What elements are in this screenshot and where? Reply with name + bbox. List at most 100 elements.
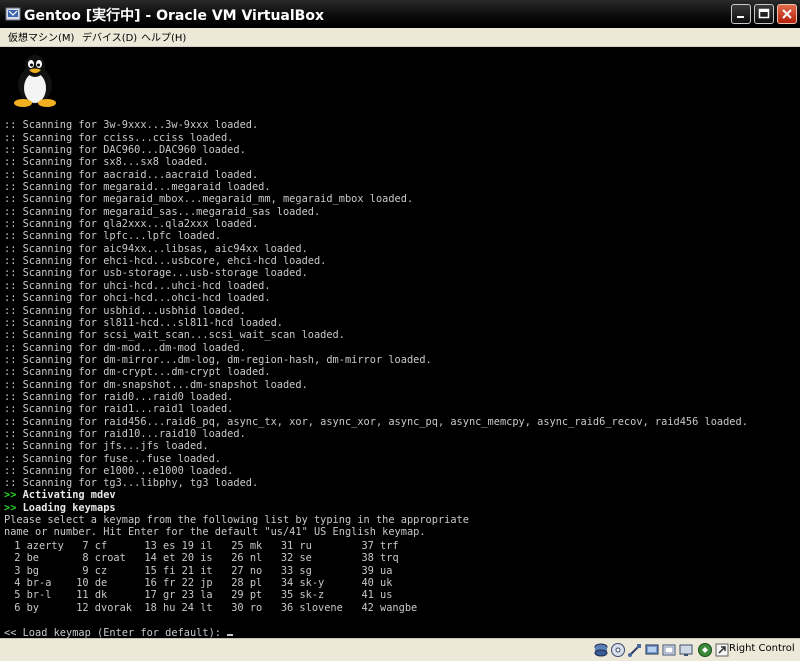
vm-console-screen[interactable]: :: Scanning for 3w-9xxx...3w-9xxx loaded… xyxy=(0,47,800,638)
keymap-option: 10 de xyxy=(76,577,108,590)
instruction-line: Please select a keymap from the followin… xyxy=(4,514,469,527)
keymap-option: 17 gr xyxy=(144,589,176,602)
keymap-option: 42 wangbe xyxy=(361,601,418,614)
keymap-option: 25 mk xyxy=(231,540,263,552)
usb-icon[interactable] xyxy=(627,642,643,658)
title-bar[interactable]: Gentoo [実行中] - Oracle VM VirtualBox xyxy=(0,0,800,28)
keymap-option: 24 lt xyxy=(181,601,213,614)
status-text: Loading keymaps xyxy=(22,501,116,514)
log-line: :: Scanning for raid0...raid0 loaded. xyxy=(4,390,234,403)
keymap-prompt[interactable]: << Load keymap (Enter for default): xyxy=(4,627,234,638)
keymap-option: 4 br-a xyxy=(8,577,52,590)
keymap-option: 23 la xyxy=(181,589,213,602)
tux-penguin-logo xyxy=(14,55,56,107)
status-marker: >> xyxy=(4,489,17,502)
keymap-option: 26 nl xyxy=(231,552,263,565)
maximize-icon xyxy=(758,8,770,19)
keymap-row: 2 be 8 croat 14 et 20 is 26 nl 32 se 38 … xyxy=(8,552,417,564)
keymap-option: 6 by xyxy=(8,601,39,614)
close-button[interactable] xyxy=(777,4,797,24)
cd-rom-icon[interactable] xyxy=(610,642,626,658)
keymap-option: 34 sk-y xyxy=(280,577,325,590)
log-line: :: Scanning for ehci-hcd...usbcore, ehci… xyxy=(4,255,327,268)
log-line: :: Scanning for megaraid_mbox...megaraid… xyxy=(4,193,414,206)
keymap-row: 4 br-a 10 de 16 fr 22 jp 28 pl 34 sk-y 4… xyxy=(8,577,417,589)
menu-devices[interactable]: デバイス(D) xyxy=(82,29,137,44)
log-line: :: Scanning for usbhid...usbhid loaded. xyxy=(4,304,246,317)
keymap-option: 7 cf xyxy=(76,540,108,552)
log-line: :: Scanning for sx8...sx8 loaded. xyxy=(4,156,209,169)
keymap-option: 14 et xyxy=(144,552,176,565)
maximize-button[interactable] xyxy=(754,4,774,24)
keymap-option: 12 dvorak xyxy=(76,601,132,614)
prompt-text: << Load keymap (Enter for default): xyxy=(4,627,228,638)
keymap-option: 27 no xyxy=(231,564,263,577)
text-cursor xyxy=(227,634,234,636)
log-line: :: Scanning for usb-storage...usb-storag… xyxy=(4,267,308,280)
keymap-row: 5 br-l 11 dk 17 gr 23 la 29 pt 35 sk-z 4… xyxy=(8,589,417,601)
log-line: :: Scanning for fuse...fuse loaded. xyxy=(4,452,221,465)
keymap-option: 15 fi xyxy=(144,564,176,577)
status-line: >> Loading keymaps xyxy=(4,502,469,514)
keymap-option: 19 il xyxy=(181,540,213,552)
log-line: :: Scanning for dm-mirror...dm-log, dm-r… xyxy=(4,353,432,366)
keymap-option: 36 slovene xyxy=(280,601,343,614)
log-line: :: Scanning for aic94xx...libsas, aic94x… xyxy=(4,242,308,255)
log-line: :: Scanning for sl811-hcd...sl811-hcd lo… xyxy=(4,316,283,329)
log-line: :: Scanning for raid1...raid1 loaded. xyxy=(4,403,234,416)
log-line: :: Scanning for lpfc...lpfc loaded. xyxy=(4,230,221,243)
log-line: :: Scanning for ohci-hcd...ohci-hcd load… xyxy=(4,292,271,305)
keymap-option: 35 sk-z xyxy=(280,589,325,602)
keymap-option: 1 azerty xyxy=(8,540,64,552)
keymap-option: 31 ru xyxy=(280,540,312,552)
capture-icon[interactable] xyxy=(697,642,713,658)
keymap-option: 3 bg xyxy=(8,564,39,577)
keymap-option: 16 fr xyxy=(144,577,176,590)
keymap-option: 20 is xyxy=(181,552,213,565)
menu-help[interactable]: ヘルプ(H) xyxy=(141,29,186,44)
shared-folders-icon[interactable] xyxy=(644,642,660,658)
host-key-arrow-icon xyxy=(715,643,729,657)
log-line: :: Scanning for dm-snapshot...dm-snapsho… xyxy=(4,378,308,391)
keymap-option: 8 croat xyxy=(76,552,126,565)
host-key-label: Right Control xyxy=(729,643,795,654)
log-line: :: Scanning for raid10...raid10 loaded. xyxy=(4,427,246,440)
window-title: Gentoo [実行中] - Oracle VM VirtualBox xyxy=(24,8,324,24)
status-bar: Right Control xyxy=(0,638,800,661)
keymap-option: 28 pl xyxy=(231,577,263,590)
log-line: :: Scanning for 3w-9xxx...3w-9xxx loaded… xyxy=(4,119,259,132)
keymap-option: 22 jp xyxy=(181,577,213,590)
keymap-option: 2 be xyxy=(8,552,39,565)
keymap-option: 40 uk xyxy=(361,577,393,590)
status-marker: >> xyxy=(4,501,17,514)
virtualbox-window: Gentoo [実行中] - Oracle VM VirtualBox 仮想マシ… xyxy=(0,0,800,661)
log-line: :: Scanning for jfs...jfs loaded. xyxy=(4,440,209,453)
display-icon[interactable] xyxy=(678,642,694,658)
log-line: :: Scanning for uhci-hcd...uhci-hcd load… xyxy=(4,279,271,292)
keymap-option: 38 trq xyxy=(361,552,399,565)
minimize-icon xyxy=(737,16,744,18)
menu-machine[interactable]: 仮想マシン(M) xyxy=(8,29,74,44)
keymap-option: 37 trf xyxy=(361,540,399,552)
keymap-option: 5 br-l xyxy=(8,589,52,602)
log-line: :: Scanning for scsi_wait_scan...scsi_wa… xyxy=(4,329,345,342)
keymap-option: 18 hu xyxy=(144,601,176,614)
status-text: Activating mdev xyxy=(22,489,116,502)
log-line: :: Scanning for megaraid...megaraid load… xyxy=(4,181,271,194)
keymap-row: 3 bg 9 cz 15 fi 21 it 27 no 33 sg 39 ua xyxy=(8,565,417,577)
keymap-table: 1 azerty 7 cf 13 es 19 il 25 mk 31 ru 37… xyxy=(8,540,417,614)
menu-bar: 仮想マシン(M) デバイス(D) ヘルプ(H) xyxy=(0,28,800,47)
log-line: :: Scanning for cciss...cciss loaded. xyxy=(4,131,234,144)
network-icon[interactable] xyxy=(661,642,677,658)
log-line: :: Scanning for e1000...e1000 loaded. xyxy=(4,464,234,477)
hard-disk-icon[interactable] xyxy=(593,642,609,658)
keymap-option: 9 cz xyxy=(76,564,108,577)
keymap-option: 32 se xyxy=(280,552,312,565)
instruction-line: name or number. Hit Enter for the defaul… xyxy=(4,526,426,539)
minimize-button[interactable] xyxy=(731,4,751,24)
keymap-option: 13 es xyxy=(144,540,176,552)
keymap-option: 30 ro xyxy=(231,601,263,614)
log-line: :: Scanning for dm-crypt...dm-crypt load… xyxy=(4,366,271,379)
keymap-row: 1 azerty 7 cf 13 es 19 il 25 mk 31 ru 37… xyxy=(8,540,417,552)
virtualbox-app-icon xyxy=(5,7,21,21)
